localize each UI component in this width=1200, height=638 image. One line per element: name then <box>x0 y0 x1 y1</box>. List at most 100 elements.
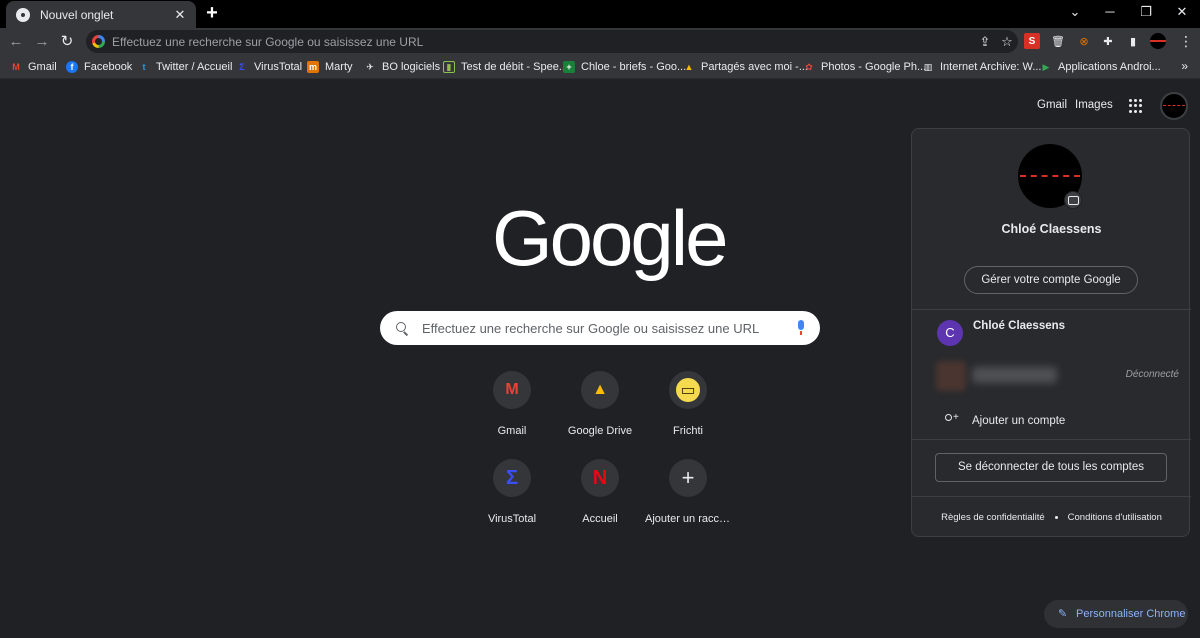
chrome-icon <box>16 7 30 22</box>
new-tab-button[interactable]: + <box>202 3 222 24</box>
account-panel: Chloé Claessens Gérer votre compte Googl… <box>911 128 1191 537</box>
bookmark-facebook[interactable]: f Facebook <box>66 59 132 75</box>
account-footer: Règles de confidentialité Conditions d'u… <box>912 512 1191 523</box>
tab-strip: Nouvel onglet ✕ + ⌄ ─ ❐ ✕ <box>0 0 1200 28</box>
bo-icon: ✈ <box>366 61 374 72</box>
extension-trash-icon[interactable]: 🗑 <box>1050 33 1066 49</box>
blurred-account-name <box>972 367 1057 383</box>
gmail-icon: M <box>12 62 20 72</box>
bookmark-label: BO logiciels <box>382 61 441 73</box>
shortcut-add[interactable]: + Ajouter un raccourci <box>642 456 734 536</box>
bookmark-label: Chloe - briefs - Goo... <box>581 61 687 73</box>
terms-link[interactable]: Conditions d'utilisation <box>1068 512 1162 523</box>
bookmark-sheets[interactable]: + Chloe - briefs - Goo... <box>563 59 686 75</box>
shortcut-label: Gmail <box>497 425 527 437</box>
disconnected-status: Déconnecté <box>1125 369 1179 380</box>
reload-button[interactable]: ↻ <box>57 32 77 52</box>
marty-icon: m <box>307 61 319 73</box>
share-icon[interactable]: ⇪ <box>974 34 996 50</box>
google-logo: Google <box>492 194 729 282</box>
close-tab-icon[interactable]: ✕ <box>172 7 188 23</box>
shortcut-virustotal[interactable]: Σ VirusTotal <box>466 456 558 536</box>
customize-chrome-label: Personnaliser Chrome <box>1076 608 1186 620</box>
bookmark-gmail[interactable]: M Gmail <box>10 59 57 75</box>
back-button[interactable]: ← <box>6 32 26 52</box>
netflix-icon: N <box>581 459 619 497</box>
address-bar[interactable]: Effectuez une recherche sur Google ou sa… <box>86 30 1018 53</box>
extension-ublock-icon[interactable]: ⊗ <box>1076 33 1092 49</box>
virustotal-icon: Σ <box>239 62 245 72</box>
speedtest-icon: ▮ <box>443 61 455 73</box>
bookmark-marty[interactable]: m Marty <box>307 59 353 75</box>
side-panel-icon[interactable]: ▮ <box>1125 33 1141 49</box>
tab-new-tab[interactable]: Nouvel onglet ✕ <box>6 1 196 28</box>
account-row[interactable]: C Chloé Claessens <box>912 317 1191 349</box>
virustotal-icon: Σ <box>493 459 531 497</box>
bookmark-virustotal[interactable]: Σ VirusTotal <box>236 59 302 75</box>
bookmark-label: Gmail <box>28 61 57 73</box>
minimize-button[interactable]: ─ <box>1092 0 1128 26</box>
add-account-button[interactable]: Ajouter un compte <box>942 412 1065 428</box>
tab-search-icon[interactable]: ⌄ <box>1057 0 1093 26</box>
extensions-puzzle-icon[interactable]: ✚ <box>1100 33 1116 49</box>
gmail-link[interactable]: Gmail <box>1037 99 1067 111</box>
camera-icon[interactable] <box>1064 191 1082 209</box>
blurred-account-avatar <box>936 361 966 391</box>
shortcut-google-drive[interactable]: ▲ Google Drive <box>554 368 646 448</box>
search-icon <box>396 322 408 334</box>
account-row-name: Chloé Claessens <box>973 320 1066 332</box>
play-icon: ▶ <box>1042 61 1050 72</box>
extension-s-icon[interactable]: S <box>1024 33 1040 49</box>
bookmark-play[interactable]: ▶ Applications Androi... <box>1040 59 1161 75</box>
bookmark-label: Test de débit - Spee... <box>461 61 569 73</box>
shortcut-accueil[interactable]: N Accueil <box>554 456 646 536</box>
bookmark-star-icon[interactable]: ☆ <box>996 34 1018 50</box>
shortcut-label: Ajouter un raccourci <box>645 513 731 525</box>
shortcut-label: VirusTotal <box>487 513 537 525</box>
maximize-button[interactable]: ❐ <box>1128 0 1164 26</box>
bookmark-drive[interactable]: ▲ Partagés avec moi -... <box>683 59 808 75</box>
forward-button[interactable]: → <box>32 32 52 52</box>
bookmark-label: Partagés avec moi -... <box>701 61 808 73</box>
images-link[interactable]: Images <box>1075 99 1113 111</box>
bookmark-label: Twitter / Accueil <box>156 61 233 73</box>
drive-icon: ▲ <box>684 62 694 72</box>
archive-icon: ▥ <box>923 61 933 72</box>
profile-avatar-icon[interactable] <box>1150 33 1166 49</box>
bookmark-photos[interactable]: ✿ Photos - Google Ph... <box>803 59 926 75</box>
divider <box>912 309 1191 310</box>
gmail-icon: M <box>493 371 531 409</box>
sign-out-all-button[interactable]: Se déconnecter de tous les comptes <box>935 453 1167 482</box>
bookmark-archive[interactable]: ▥ Internet Archive: W... <box>922 59 1042 75</box>
search-box[interactable]: Effectuez une recherche sur Google ou sa… <box>380 311 820 345</box>
customize-chrome-button[interactable]: ✎ Personnaliser Chrome <box>1044 600 1188 628</box>
more-bookmarks-icon[interactable]: » <box>1181 59 1188 73</box>
microphone-icon[interactable] <box>796 320 806 336</box>
close-window-button[interactable]: ✕ <box>1164 0 1200 26</box>
privacy-link[interactable]: Règles de confidentialité <box>941 512 1045 523</box>
chrome-menu-icon[interactable]: ⋮ <box>1178 33 1194 49</box>
bookmark-label: Applications Androi... <box>1058 61 1161 73</box>
google-apps-icon[interactable] <box>1129 99 1143 113</box>
bookmark-label: Facebook <box>84 61 133 73</box>
add-icon: + <box>669 459 707 497</box>
shortcut-gmail[interactable]: M Gmail <box>466 368 558 448</box>
twitter-icon: t <box>142 62 146 72</box>
bookmarks-bar: M Gmail f Facebook t Twitter / Accueil Σ Vir… <box>0 55 1200 79</box>
address-bar-placeholder: Effectuez une recherche sur Google ou sa… <box>112 34 424 49</box>
shortcut-frichti[interactable]: ▭ Frichti <box>642 368 734 448</box>
shortcut-label: Frichti <box>673 425 703 437</box>
account-avatar[interactable] <box>1160 92 1188 120</box>
account-name: Chloé Claessens <box>1001 222 1102 236</box>
bookmark-speedtest[interactable]: ▮ Test de débit - Spee... <box>443 59 568 75</box>
photos-icon: ✿ <box>805 61 813 72</box>
shortcut-label: Accueil <box>582 513 618 525</box>
bookmark-bo-logiciels[interactable]: ✈ BO logiciels <box>364 59 440 75</box>
shortcut-label: Google Drive <box>567 425 633 437</box>
search-input[interactable]: Effectuez une recherche sur Google ou sa… <box>422 321 796 336</box>
manage-account-button[interactable]: Gérer votre compte Google <box>964 266 1138 294</box>
separator-dot <box>1054 516 1058 519</box>
frichti-icon: ▭ <box>669 371 707 409</box>
bookmark-twitter[interactable]: t Twitter / Accueil <box>138 59 233 75</box>
toolbar: ← → ↻ Effectuez une recherche sur Google… <box>0 28 1200 55</box>
